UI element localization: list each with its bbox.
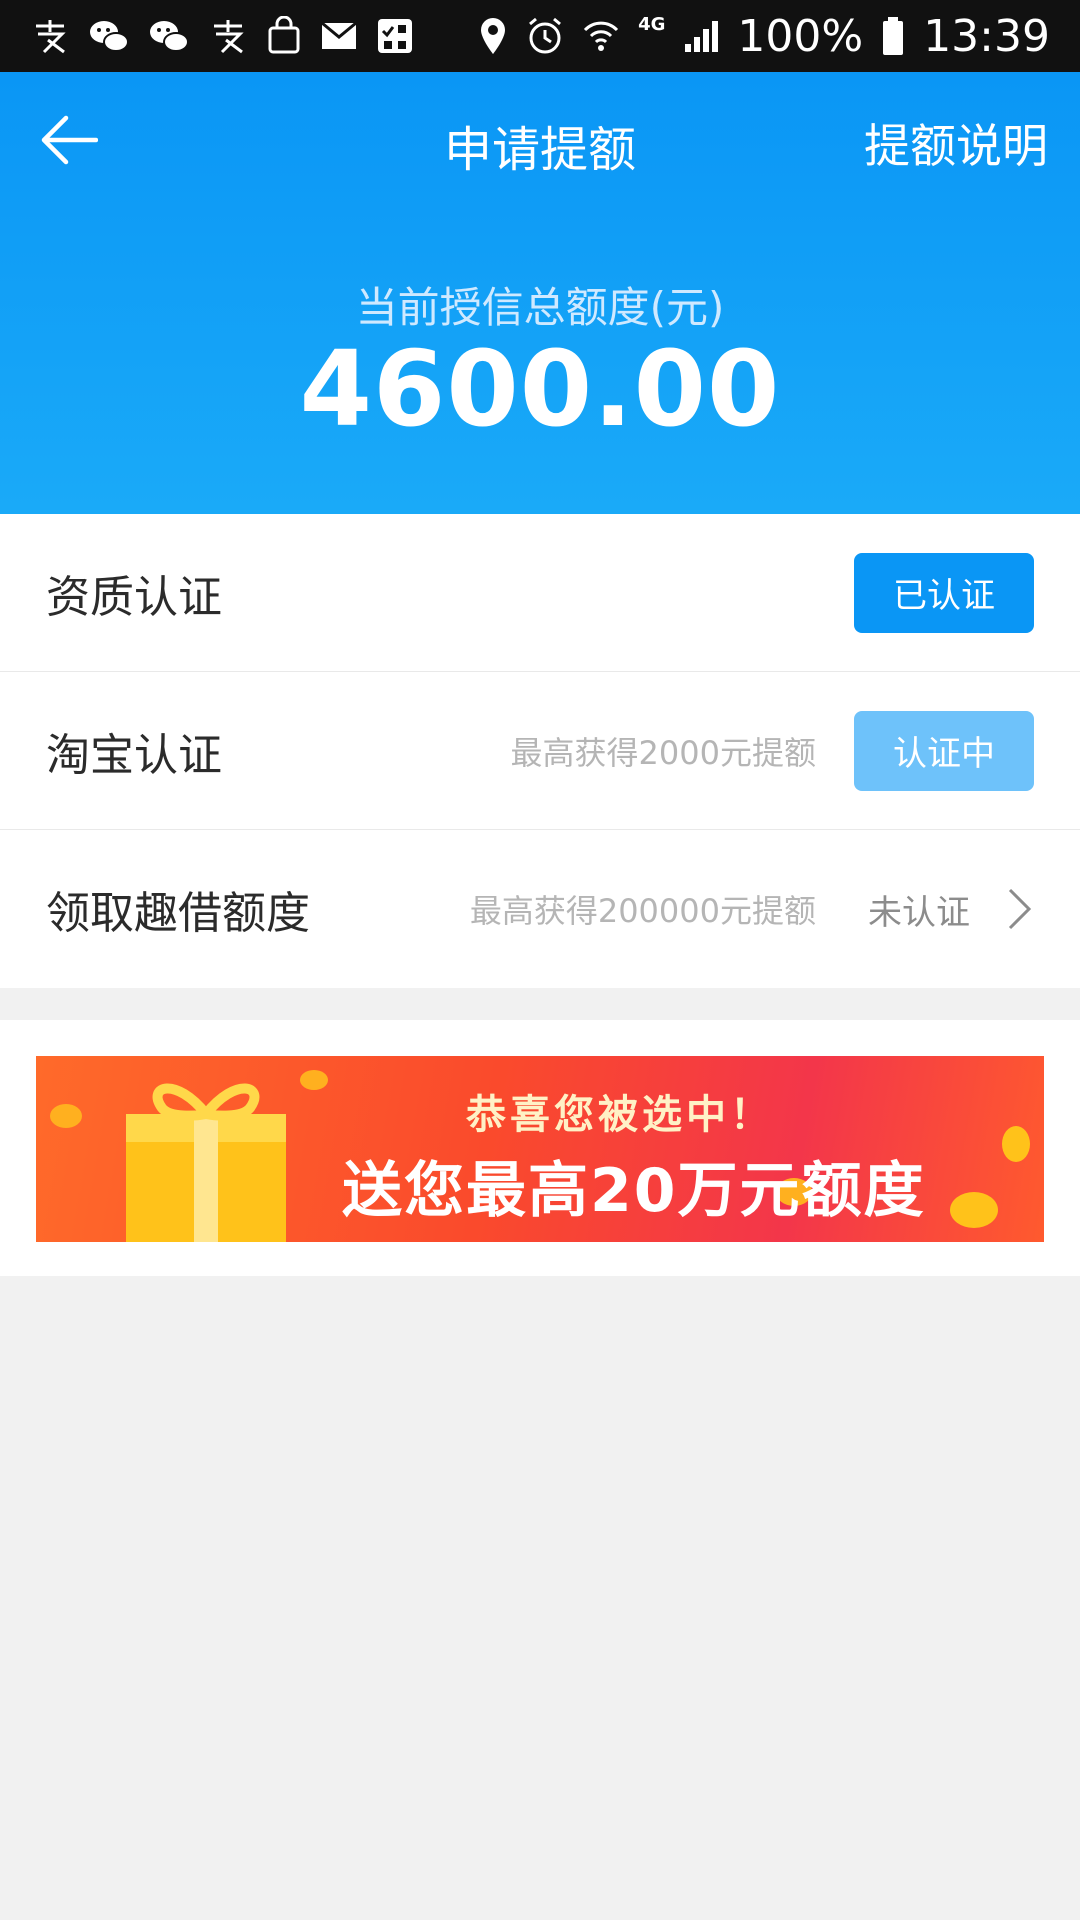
battery-percent: 100% (737, 10, 864, 62)
verified-button[interactable]: 已认证 (854, 552, 1034, 633)
coin-icon (1002, 1126, 1030, 1162)
list-item-taobao: 淘宝认证 最高获得2000元提额 认证中 (0, 672, 1080, 830)
promo-banner[interactable]: 恭喜您被选中！ 送您最高20万元额度 (36, 1056, 1044, 1242)
mail-icon (320, 14, 358, 58)
help-link[interactable]: 提额说明 (864, 110, 1048, 176)
credit-label: 当前授信总额度(元) (355, 283, 725, 332)
credit-amount: 4600.00 (299, 328, 781, 450)
system-icons: 4G 100% 13:39 (478, 11, 1050, 62)
wechat-icon (88, 14, 130, 58)
verifying-button[interactable]: 认证中 (854, 710, 1034, 791)
list-item-hint: 最高获得2000元提额 (510, 733, 816, 772)
banner-offer: 送您最高20万元额度 (342, 1156, 926, 1226)
location-icon (478, 14, 508, 58)
header: 申请提额 提额说明 当前授信总额度(元) 4600.00 (0, 72, 1080, 514)
unverified-status: 未认证 (868, 892, 970, 933)
coin-icon (300, 1070, 328, 1090)
list-item-title: 资质认证 (46, 571, 222, 623)
alipay-icon (30, 14, 70, 58)
notification-icons (30, 14, 414, 58)
signal-icon (683, 14, 719, 58)
alipay-icon (208, 14, 248, 58)
chevron-right-icon (1000, 879, 1040, 939)
promo-card: 恭喜您被选中！ 送您最高20万元额度 (0, 1020, 1080, 1276)
battery-icon (881, 14, 905, 58)
coin-icon (950, 1192, 998, 1228)
wifi-icon (582, 14, 620, 58)
list-item-title: 领取趣借额度 (46, 888, 310, 939)
shopping-bag-icon (266, 14, 302, 58)
gift-box-icon (126, 1083, 286, 1242)
wechat-icon (148, 14, 190, 58)
verification-list: 资质认证 已认证 淘宝认证 最高获得2000元提额 认证中 领取趣借额度 最高获… (0, 514, 1080, 988)
screen: 4G 100% 13:39 申请提额 提额说明 当前授信总额度(元) 4600.… (0, 0, 1080, 1920)
alarm-icon (526, 14, 564, 58)
list-item-qualification: 资质认证 已认证 (0, 514, 1080, 672)
status-bar: 4G 100% 13:39 (0, 0, 1080, 72)
checklist-icon (376, 14, 414, 58)
4g-icon: 4G (638, 14, 665, 58)
list-item-title: 淘宝认证 (46, 729, 222, 781)
list-item-hint: 最高获得200000元提额 (469, 892, 816, 930)
coin-icon (50, 1104, 82, 1128)
network-type: 4G (638, 13, 666, 35)
clock: 13:39 (923, 10, 1050, 62)
list-item-quxie-credit[interactable]: 领取趣借额度 最高获得200000元提额 未认证 (0, 830, 1080, 988)
banner-headline: 恭喜您被选中！ (466, 1092, 774, 1138)
